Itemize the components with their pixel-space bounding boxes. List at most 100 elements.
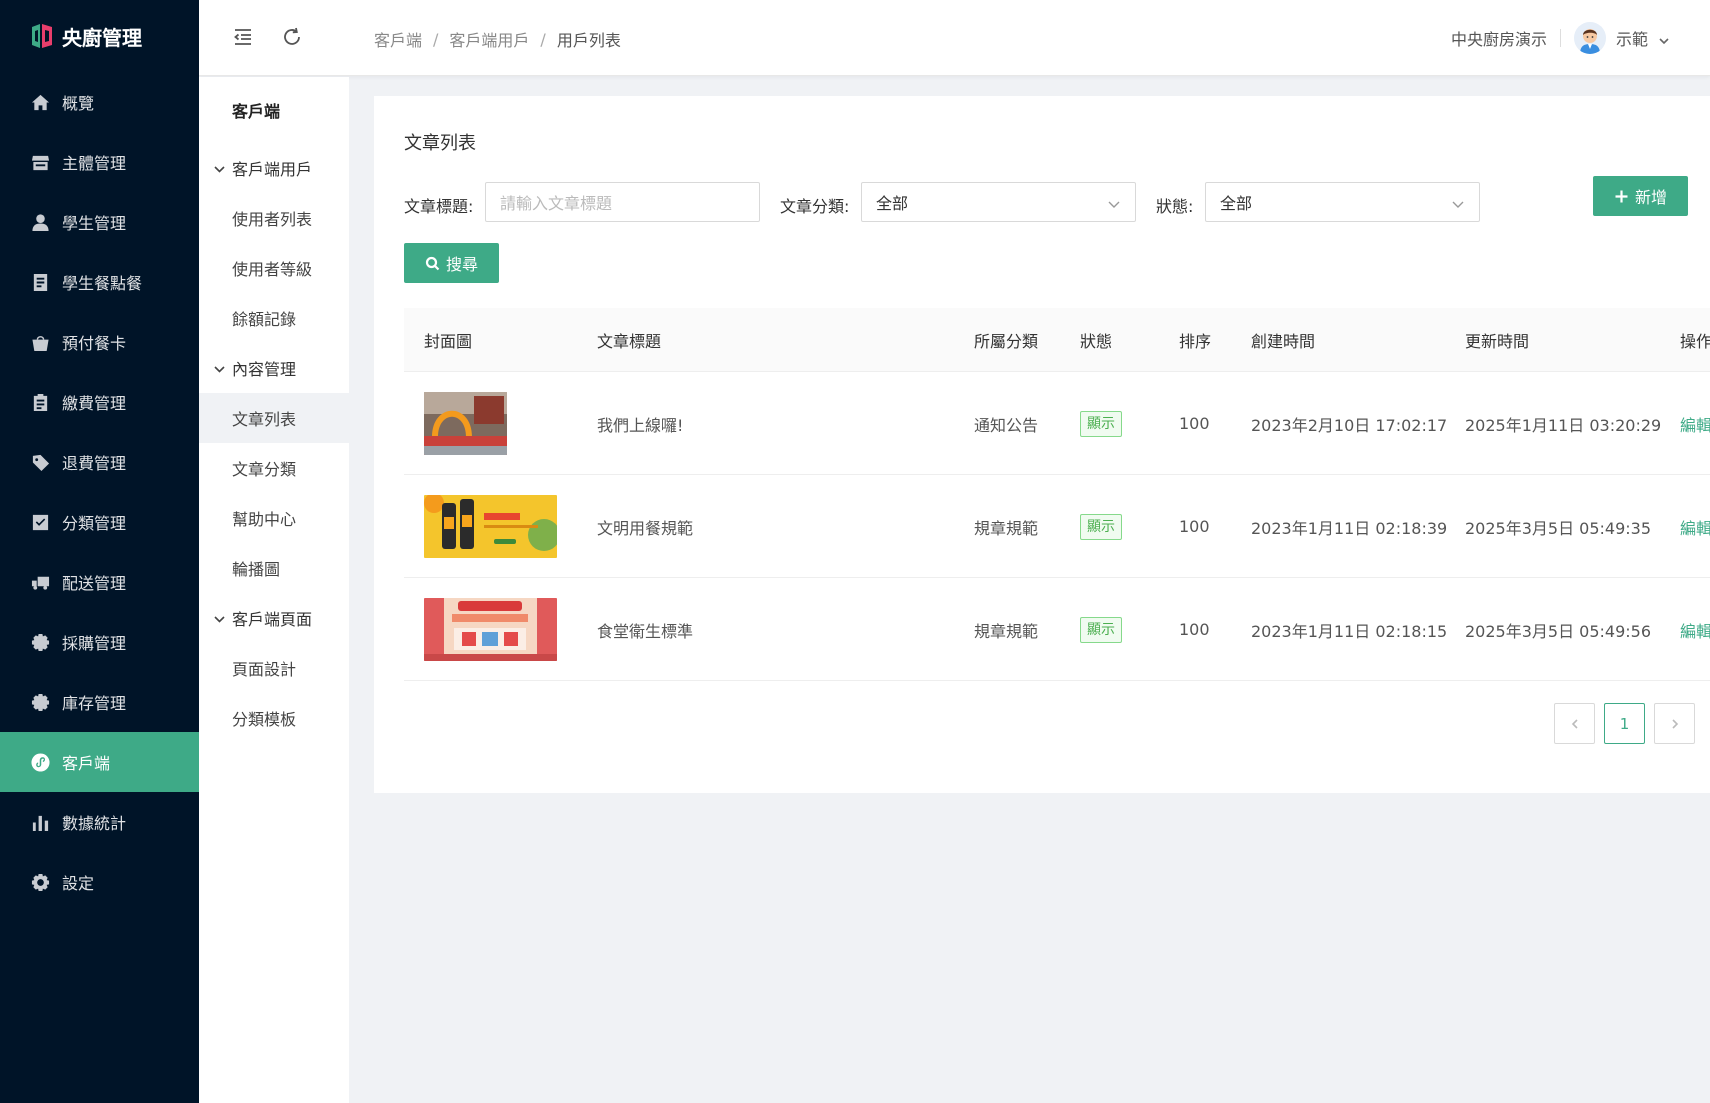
sidebar-item-settings[interactable]: 設定 <box>0 852 199 912</box>
submenu-group-client-pages[interactable]: 客戶端頁面 <box>199 593 349 643</box>
submenu-item-article-list[interactable]: 文章列表 <box>199 393 349 443</box>
chevron-down-icon <box>213 161 227 175</box>
article-table: 封面圖 文章標題 所屬分類 狀態 排序 創建時間 更新時間 操作 我們上線囉! … <box>404 308 1710 681</box>
chevron-right-icon <box>1671 718 1678 729</box>
breadcrumb-item[interactable]: 客戶端 <box>374 27 422 51</box>
category-select[interactable]: 全部 <box>861 182 1136 222</box>
cover-image[interactable] <box>424 495 557 558</box>
check-box-icon <box>30 512 50 532</box>
category-cell: 規章規範 <box>974 518 1039 538</box>
sidebar-item-inventory[interactable]: 庫存管理 <box>0 672 199 732</box>
edit-link[interactable]: 編輯 <box>1680 475 1710 578</box>
sidebar-item-categories[interactable]: 分類管理 <box>0 492 199 552</box>
miniprogram-icon <box>30 752 50 772</box>
sidebar-item-statistics[interactable]: 數據統計 <box>0 792 199 852</box>
status-badge: 顯示 <box>1080 410 1122 437</box>
sidebar-item-label: 退費管理 <box>62 454 127 473</box>
submenu-item-article-categories[interactable]: 文章分類 <box>199 443 349 493</box>
cover-image[interactable] <box>424 392 507 455</box>
edit-link[interactable]: 編輯 <box>1680 578 1710 681</box>
sidebar-item-students[interactable]: 學生管理 <box>0 192 199 252</box>
pagination-next-button[interactable] <box>1654 703 1695 744</box>
org-name[interactable]: 中央廚房演示 <box>1451 26 1547 50</box>
sidebar-item-delivery[interactable]: 配送管理 <box>0 552 199 612</box>
created-cell: 2023年1月11日 02:18:39 <box>1251 518 1448 538</box>
user-icon <box>30 212 50 232</box>
edit-link[interactable]: 編輯 <box>1680 372 1710 475</box>
search-button[interactable]: 搜尋 <box>404 243 499 283</box>
pagination-prev-button[interactable] <box>1554 703 1595 744</box>
avatar[interactable] <box>1573 22 1606 54</box>
created-cell: 2023年2月10日 17:02:17 <box>1251 415 1448 435</box>
plus-icon <box>1615 190 1628 202</box>
refresh-icon[interactable] <box>281 26 303 48</box>
breadcrumb-item[interactable]: 客戶端用戶 <box>449 27 529 51</box>
page-title: 文章列表 <box>404 133 476 154</box>
chevron-down-icon <box>213 611 227 625</box>
status-cell: 顯示 <box>1080 372 1122 475</box>
search-button-label: 搜尋 <box>445 255 478 274</box>
collapse-menu-icon[interactable] <box>232 26 254 48</box>
sidebar-item-label: 設定 <box>62 874 95 893</box>
header-user-area: 中央廚房演示 示範 <box>1451 20 1670 56</box>
submenu-item-user-levels[interactable]: 使用者等級 <box>199 243 349 293</box>
submenu-item-balance-records[interactable]: 餘額記錄 <box>199 293 349 343</box>
home-icon <box>30 92 50 112</box>
submenu-group-client-users[interactable]: 客戶端用戶 <box>199 143 349 193</box>
column-header-created: 創建時間 <box>1251 332 1316 351</box>
logo-icon <box>32 24 52 48</box>
submenu-item-carousel[interactable]: 輪播圖 <box>199 543 349 593</box>
sidebar-item-entity[interactable]: 主體管理 <box>0 132 199 192</box>
submenu-item-category-templates[interactable]: 分類模板 <box>199 693 349 743</box>
column-header-updated: 更新時間 <box>1465 332 1530 351</box>
sidebar-item-prepaid-card[interactable]: 預付餐卡 <box>0 312 199 372</box>
cover-cell <box>424 372 507 475</box>
table-row: 我們上線囉! 通知公告 顯示 100 2023年2月10日 17:02:17 2… <box>404 372 1710 475</box>
bag-icon <box>30 332 50 352</box>
category-select-value: 全部 <box>876 194 909 213</box>
submenu-item-help-center[interactable]: 幫助中心 <box>199 493 349 543</box>
sidebar-item-payments[interactable]: 繳費管理 <box>0 372 199 432</box>
submenu-item-page-design[interactable]: 頁面設計 <box>199 643 349 693</box>
title-search-input[interactable]: 請輸入文章標題 <box>485 182 760 222</box>
sidebar-item-label: 概覽 <box>62 94 95 113</box>
truck-icon <box>30 572 50 592</box>
title-cell: 文明用餐規範 <box>597 518 694 538</box>
sidebar-item-student-meals[interactable]: 學生餐點餐 <box>0 252 199 312</box>
submenu-group-content[interactable]: 內容管理 <box>199 343 349 393</box>
sidebar-item-refunds[interactable]: 退費管理 <box>0 432 199 492</box>
app-logo[interactable]: 央廚管理 <box>0 0 199 72</box>
category-cell: 通知公告 <box>974 415 1039 435</box>
status-cell: 顯示 <box>1080 578 1122 681</box>
cover-image[interactable] <box>424 598 557 661</box>
sidebar-item-label: 配送管理 <box>62 574 127 593</box>
app-title: 央廚管理 <box>62 25 142 50</box>
title-cell: 我們上線囉! <box>597 415 684 435</box>
chevron-down-icon <box>1107 196 1121 210</box>
sidebar-item-label: 學生管理 <box>62 214 127 233</box>
submenu-item-user-list[interactable]: 使用者列表 <box>199 193 349 243</box>
user-name[interactable]: 示範 <box>1616 26 1648 50</box>
status-cell: 顯示 <box>1080 475 1122 578</box>
sidebar-item-client[interactable]: 客戶端 <box>0 732 199 792</box>
cover-cell <box>424 475 557 578</box>
sidebar-item-purchasing[interactable]: 採購管理 <box>0 612 199 672</box>
document-icon <box>30 272 50 292</box>
top-header: 客戶端 / 客戶端用戶 / 用戶列表 中央廚房演示 示範 <box>199 0 1710 76</box>
status-select[interactable]: 全部 <box>1205 182 1480 222</box>
category-filter-label: 文章分類: <box>780 197 850 216</box>
chevron-down-icon[interactable] <box>1658 32 1670 45</box>
bar-chart-icon <box>30 812 50 832</box>
sidebar-item-overview[interactable]: 概覽 <box>0 72 199 132</box>
add-button[interactable]: 新增 <box>1593 176 1688 216</box>
header-divider <box>1559 29 1561 47</box>
status-filter-label: 狀態: <box>1156 197 1194 216</box>
breadcrumb-separator: / <box>540 29 546 49</box>
sidebar-item-label: 數據統計 <box>62 814 127 833</box>
tag-icon <box>30 452 50 472</box>
submenu-group-label: 客戶端用戶 <box>232 160 313 179</box>
pagination-page-current[interactable]: 1 <box>1604 703 1645 744</box>
article-list-card: 文章列表 文章標題: 請輸入文章標題 文章分類: 全部 狀態: 全部 新增 搜尋… <box>374 96 1710 793</box>
sidebar-item-label: 分類管理 <box>62 514 127 533</box>
gear-box-icon <box>30 692 50 712</box>
